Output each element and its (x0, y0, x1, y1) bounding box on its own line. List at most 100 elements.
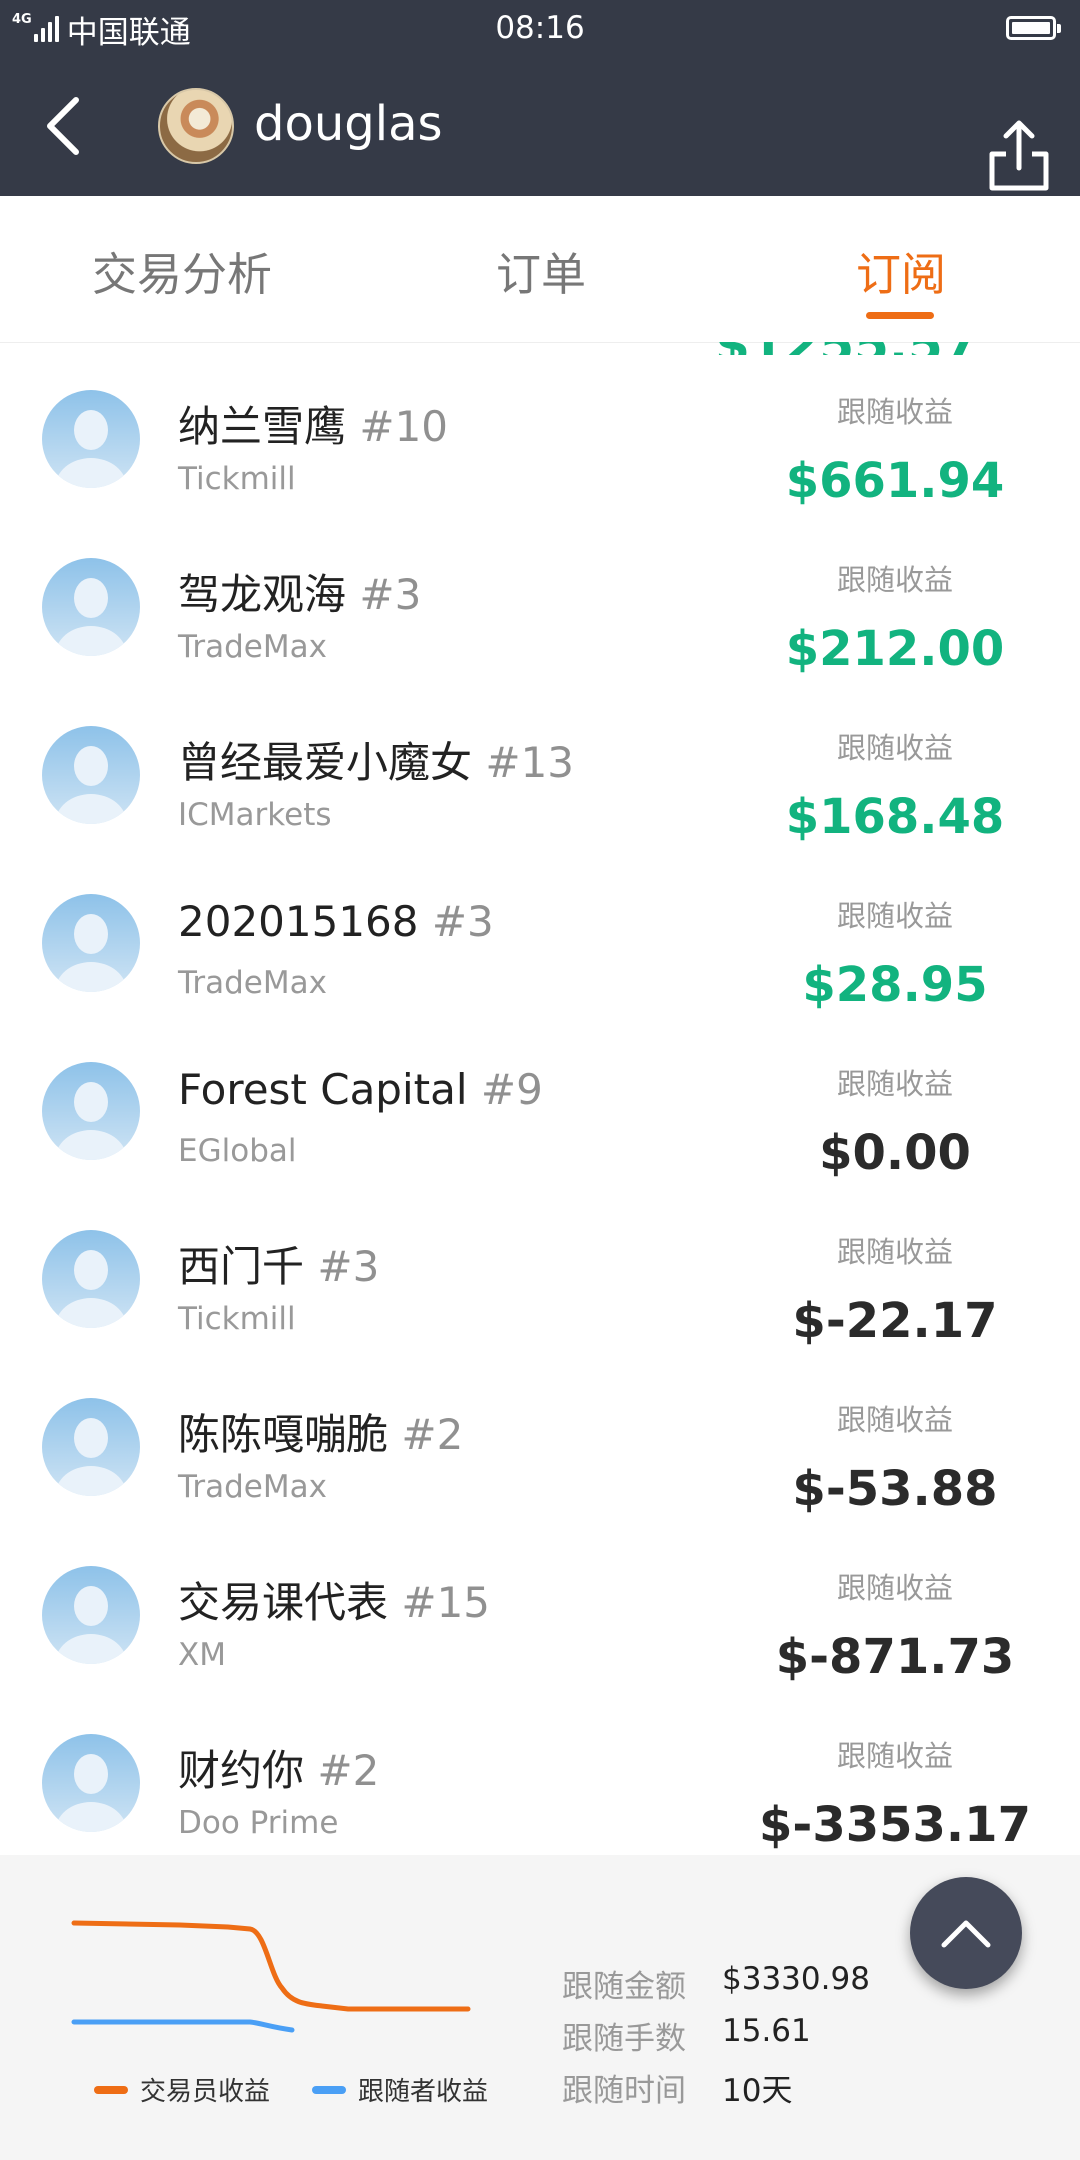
list-item[interactable]: 驾龙观海 #3 TradeMax 跟随收益 $212.00 (0, 523, 1080, 692)
trader-rank: #2 (401, 1410, 464, 1459)
list-item[interactable]: 曾经最爱小魔女 #13 ICMarkets 跟随收益 $168.48 (0, 691, 1080, 860)
profit-label: 跟随收益 (836, 563, 953, 597)
trader-name: 纳兰雪鹰 #10 (178, 402, 449, 451)
follower-profit-line (71, 2019, 295, 2033)
list-item[interactable]: 纳兰雪鹰 #10 Tickmill 跟随收益 $661.94 (0, 355, 1080, 524)
profit-value: $28.95 (802, 957, 988, 1013)
username: douglas (254, 96, 443, 152)
battery-icon (1006, 16, 1061, 40)
broker-name: EGlobal (178, 1133, 297, 1169)
broker-name: TradeMax (178, 965, 327, 1001)
trader-name: 曾经最爱小魔女 #13 (178, 738, 575, 787)
placeholder-avatar-icon (42, 1230, 140, 1328)
profit-label: 跟随收益 (836, 395, 953, 429)
trader-rank: #2 (317, 1746, 380, 1795)
trader-name: 财约你 #2 (178, 1746, 380, 1795)
profit-label: 跟随收益 (836, 899, 953, 933)
stat-follow-duration: 跟随时间 10天 (562, 2073, 793, 2109)
follow-stats: 跟随金额 $3330.98 跟随手数 15.61 跟随时间 10天 (562, 1961, 870, 2117)
placeholder-avatar-icon (42, 1734, 140, 1832)
list-item[interactable]: 财约你 #2 Doo Prime 跟随收益 $-3353.17 (0, 1699, 1080, 1855)
profit-label: 跟随收益 (836, 1571, 953, 1605)
trader-rank: #9 (480, 1065, 543, 1114)
trader-rank: #10 (359, 402, 449, 451)
profit-value: $212.00 (785, 621, 1005, 677)
broker-name: Tickmill (178, 1301, 296, 1337)
profit-label: 跟随收益 (836, 1067, 953, 1101)
status-bar: 4G 中国联通 08:16 (0, 0, 1080, 58)
trader-avatar (42, 1398, 140, 1496)
legend-swatch-orange (94, 2085, 128, 2094)
scroll-to-top-button[interactable] (910, 1877, 1022, 1989)
profit-comparison-chart (71, 1920, 471, 2033)
share-icon (989, 120, 1049, 191)
trader-rank: #15 (401, 1578, 491, 1627)
tab-bar: 交易分析 订单 订阅 (0, 196, 1080, 343)
tab-trade-analysis[interactable]: 交易分析 (92, 238, 272, 303)
chevron-up-icon (941, 1920, 991, 1948)
app-header: douglas (0, 58, 1080, 196)
tab-orders[interactable]: 订单 (496, 238, 586, 303)
chevron-left-icon (47, 97, 79, 155)
profit-value: $-53.88 (792, 1461, 998, 1517)
profit-label: 跟随收益 (836, 1403, 953, 1437)
broker-name: TradeMax (178, 1469, 327, 1505)
trader-profit-line (71, 1920, 471, 2012)
stat-follow-lots: 跟随手数 15.61 (562, 2013, 811, 2057)
trader-rank: #3 (431, 897, 494, 946)
tab-subscriptions[interactable]: 订阅 (856, 238, 946, 303)
placeholder-avatar-icon (42, 1398, 140, 1496)
legend-swatch-blue (312, 2085, 346, 2094)
trader-name: 驾龙观海 #3 (178, 570, 422, 619)
profit-value: $168.48 (785, 789, 1005, 845)
placeholder-avatar-icon (42, 1566, 140, 1664)
placeholder-avatar-icon (42, 390, 140, 488)
placeholder-avatar-icon (42, 1062, 140, 1160)
placeholder-avatar-icon (42, 894, 140, 992)
stat-follow-amount: 跟随金额 $3330.98 (562, 1961, 870, 2005)
trader-name: 202015168 #3 (178, 897, 494, 946)
trader-avatar (42, 1230, 140, 1328)
profit-label: 跟随收益 (836, 731, 953, 765)
profit-value: $-3353.17 (759, 1797, 1031, 1853)
list-item[interactable]: 交易课代表 #15 XM 跟随收益 $-871.73 (0, 1531, 1080, 1700)
list-item[interactable]: 西门千 #3 Tickmill 跟随收益 $-22.17 (0, 1195, 1080, 1364)
trader-name: 陈陈嘎嘣脆 #2 (178, 1410, 464, 1459)
trader-avatar (42, 894, 140, 992)
profit-value: $661.94 (785, 453, 1005, 509)
trader-avatar (42, 558, 140, 656)
user-avatar[interactable] (158, 88, 234, 164)
broker-name: TradeMax (178, 629, 327, 665)
profit-value: $0.00 (819, 1125, 971, 1181)
summary-panel: 交易员收益 跟随者收益 跟随金额 $3330.98 跟随手数 15.61 跟随时… (0, 1855, 1080, 2160)
back-button[interactable] (30, 88, 106, 164)
placeholder-avatar-icon (42, 558, 140, 656)
share-button[interactable] (984, 116, 1054, 192)
trader-avatar (42, 1734, 140, 1832)
legend-trader: 交易员收益 (94, 2071, 270, 2108)
profit-label: 跟随收益 (836, 1235, 953, 1269)
profit-label: 跟随收益 (836, 1739, 953, 1773)
profit-value: $-22.17 (792, 1293, 998, 1349)
trader-rank: #3 (317, 1242, 380, 1291)
trader-avatar (42, 390, 140, 488)
trader-avatar (42, 726, 140, 824)
status-time: 08:16 (495, 10, 585, 46)
trader-avatar (42, 1062, 140, 1160)
broker-name: Tickmill (178, 461, 296, 497)
list-item[interactable]: 202015168 #3 TradeMax 跟随收益 $28.95 (0, 859, 1080, 1028)
trader-name: 交易课代表 #15 (178, 1578, 491, 1627)
list-item[interactable]: 陈陈嘎嘣脆 #2 TradeMax 跟随收益 $-53.88 (0, 1363, 1080, 1532)
trader-name: 西门千 #3 (178, 1242, 380, 1291)
broker-name: XM (178, 1637, 226, 1673)
broker-name: ICMarkets (178, 797, 332, 833)
legend-trader-label: 交易员收益 (140, 2077, 271, 2107)
trader-name: Forest Capital #9 (178, 1065, 543, 1114)
active-tab-indicator (866, 312, 934, 319)
trader-rank: #13 (485, 738, 575, 787)
broker-name: Doo Prime (178, 1805, 339, 1841)
list-item[interactable]: Forest Capital #9 EGlobal 跟随收益 $0.00 (0, 1027, 1080, 1196)
legend-follower: 跟随者收益 (312, 2071, 488, 2108)
subscription-list[interactable]: $1255.57 纳兰雪鹰 #10Tickmill跟随收益$661.94驾龙观海… (0, 342, 1080, 1855)
trader-avatar (42, 1566, 140, 1664)
